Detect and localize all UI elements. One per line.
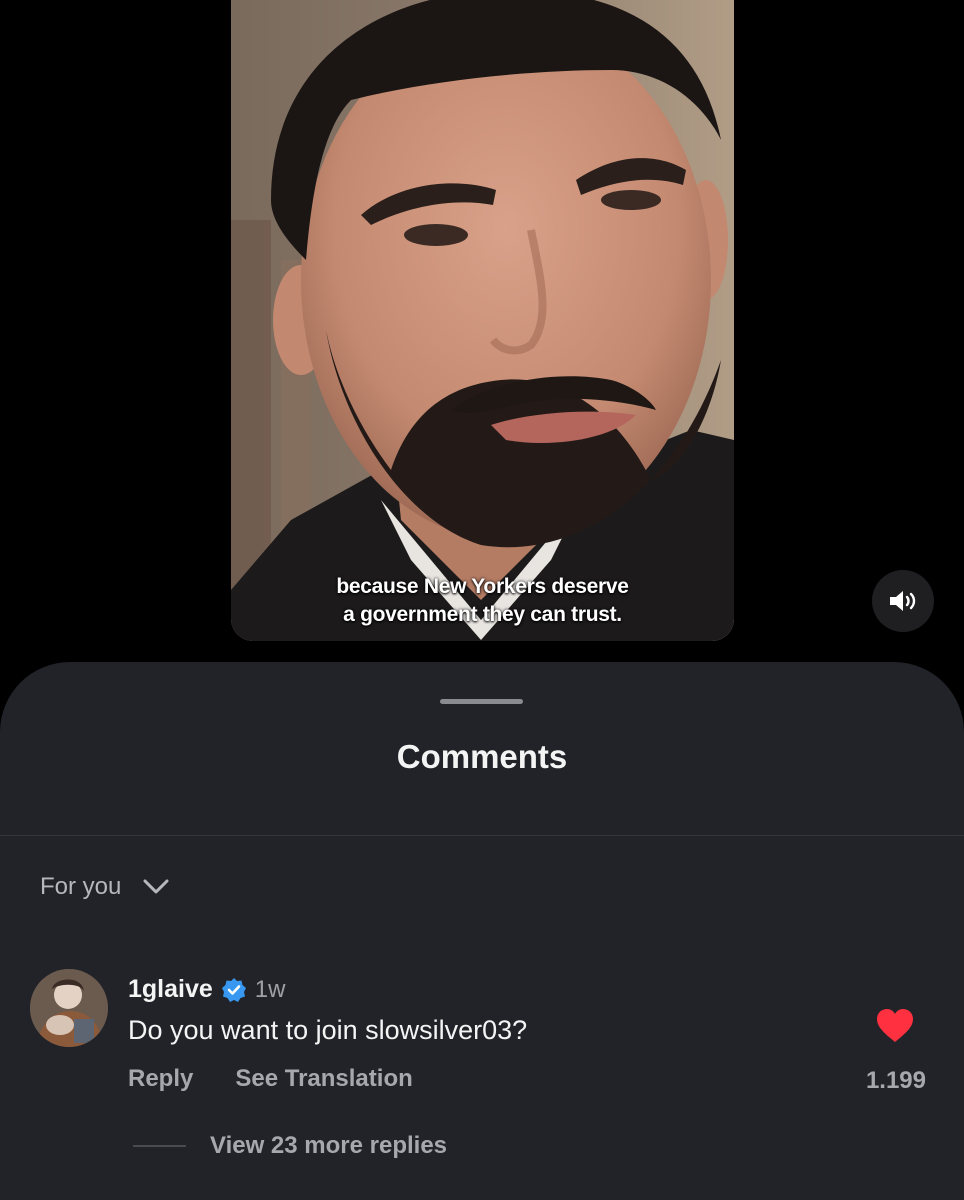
caption-line-2: a government they can trust. (343, 603, 622, 626)
reply-button[interactable]: Reply (128, 1065, 193, 1093)
sound-toggle-button[interactable] (872, 570, 934, 632)
avatar[interactable] (30, 969, 108, 1047)
video-frame (231, 0, 734, 641)
view-replies-label: View 23 more replies (210, 1132, 448, 1159)
comments-sheet: Comments For you 1glaive 1w Do you want … (0, 662, 964, 1200)
avatar-image (30, 969, 108, 1047)
sort-label: For you (40, 873, 122, 900)
video-player[interactable]: because New Yorkers deserve a government… (231, 0, 734, 641)
screen: because New Yorkers deserve a government… (0, 0, 964, 1200)
sheet-drag-handle[interactable] (440, 699, 523, 704)
view-replies-button[interactable]: View 23 more replies (133, 1132, 447, 1160)
comment-actions: Reply See Translation (128, 1065, 413, 1093)
chevron-down-icon (143, 879, 169, 894)
comment-header: 1glaive 1w (128, 975, 285, 1004)
comment-sort-dropdown[interactable]: For you (40, 872, 169, 902)
sheet-divider (0, 835, 964, 836)
replies-line (133, 1145, 186, 1147)
comment-timestamp: 1w (254, 975, 286, 1003)
like-count: 1.199 (865, 1067, 926, 1094)
comment-username[interactable]: 1glaive (128, 975, 213, 1004)
video-caption: because New Yorkers deserve a government… (231, 573, 734, 629)
see-translation-button[interactable]: See Translation (235, 1065, 412, 1093)
comment-text: Do you want to join slowsilver03? (128, 1015, 528, 1045)
verified-badge-icon (221, 977, 246, 1002)
caption-line-1: because New Yorkers deserve (336, 575, 629, 598)
speaker-volume-icon (890, 591, 916, 611)
comments-title: Comments (396, 738, 568, 775)
heart-icon[interactable] (876, 1008, 914, 1044)
